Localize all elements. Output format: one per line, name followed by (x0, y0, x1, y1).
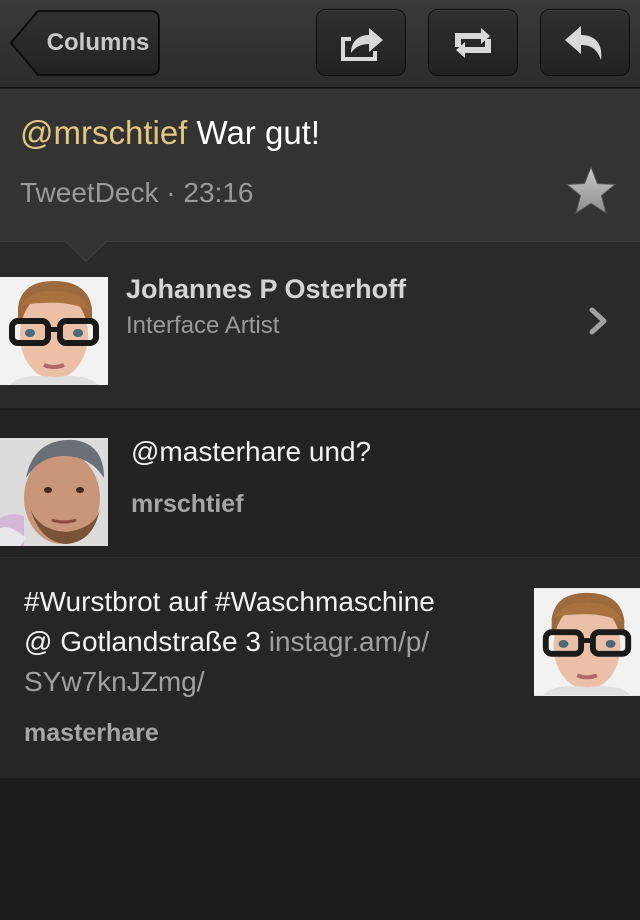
reply-button[interactable] (540, 9, 630, 76)
profile-row[interactable]: Johannes P Osterhoff Interface Artist (0, 241, 640, 408)
conversation-text: @masterhare und? (131, 436, 372, 467)
avatar-image (534, 589, 640, 695)
share-icon (341, 27, 383, 61)
tweet-text: @mrschtief War gut! (20, 114, 320, 152)
conversation-link-part2[interactable]: SYw7knJZmg/ (24, 666, 205, 697)
conversation-author[interactable]: mrschtief (131, 490, 244, 519)
avatar[interactable] (0, 277, 108, 385)
avatar-image (0, 277, 108, 385)
chevron-right-icon (589, 307, 607, 335)
detail-pointer (64, 240, 108, 262)
columns-back-button[interactable]: Columns (10, 10, 160, 76)
tweet-body: War gut! (187, 114, 321, 151)
share-button[interactable] (316, 9, 406, 76)
conversation-author[interactable]: masterhare (24, 719, 159, 748)
meta-separator: · (158, 177, 184, 208)
empty-list-area (0, 778, 640, 920)
avatar-image (0, 438, 108, 546)
avatar[interactable] (534, 588, 640, 696)
avatar[interactable] (0, 438, 108, 546)
conversation-link-part1[interactable]: instagr.am/p/ (269, 626, 429, 657)
tweet-time: 23:16 (183, 177, 254, 208)
top-toolbar: Columns (0, 0, 640, 88)
tweet-mention[interactable]: @mrschtief (20, 114, 187, 151)
tweet-detail: @mrschtief War gut! TweetDeck · 23:16 (0, 89, 640, 241)
columns-back-label: Columns (46, 29, 150, 56)
tweet-source: TweetDeck (20, 177, 159, 208)
list-item[interactable]: #Wurstbrot auf #Waschmaschine @ Gotlands… (0, 557, 640, 778)
star-icon[interactable] (564, 164, 618, 218)
conversation-text-line1: #Wurstbrot auf #Waschmaschine (24, 586, 435, 617)
tweet-meta: TweetDeck · 23:16 (20, 177, 253, 209)
reply-icon (565, 25, 602, 60)
profile-name: Johannes P Osterhoff (126, 274, 407, 304)
conversation-text: #Wurstbrot auf #Waschmaschine @ Gotlands… (24, 582, 514, 702)
retweet-button[interactable] (428, 9, 518, 76)
conversation-text-line2: @ Gotlandstraße 3 (24, 626, 269, 657)
retweet-icon (455, 27, 491, 58)
profile-bio: Interface Artist (126, 312, 280, 339)
list-item[interactable]: @masterhare und? mrschtief (0, 409, 640, 557)
